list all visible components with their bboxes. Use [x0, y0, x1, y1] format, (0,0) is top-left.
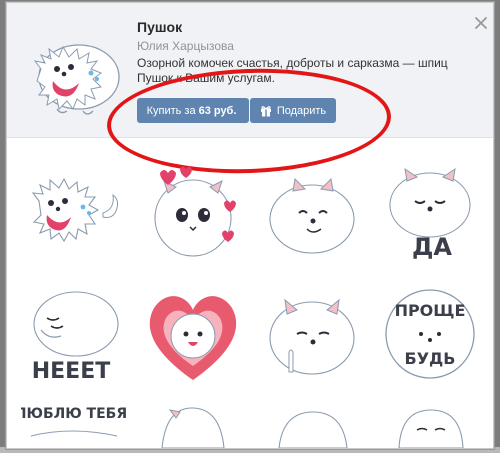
- sticker-love-you[interactable]: ЛЮБЛЮ ТЕБЯ: [15, 396, 127, 448]
- caption-love: ЛЮБЛЮ ТЕБЯ: [21, 406, 127, 422]
- sticker-smug-dog[interactable]: [259, 163, 365, 263]
- pack-description: Озорной комочек счастья, доброты и сарка…: [137, 56, 448, 85]
- pack-author[interactable]: Юлия Харцызова: [137, 39, 234, 53]
- sticker-running-dog[interactable]: [21, 163, 127, 263]
- gift-button[interactable]: Подарить: [250, 98, 336, 123]
- sticker-hearts-dog[interactable]: [140, 163, 246, 263]
- caption-simpler: ПРОЩЕ: [395, 301, 466, 320]
- pack-preview-sticker: [33, 44, 120, 115]
- pack-header: Пушок Юлия Харцызова Озорной комочек сча…: [7, 3, 493, 178]
- sticker-dog-partial-1[interactable]: [140, 396, 246, 449]
- sticker-simpler-dog[interactable]: ПРОЩЕ БУДЬ: [377, 284, 483, 384]
- pack-title: Пушок: [137, 19, 183, 35]
- sticker-middle-finger-dog[interactable]: [259, 284, 365, 384]
- sticker-grid: ДА НЕЕЕТ ПРОЩЕ БУДЬ ЛЮБЛЮ ТЕБЯ: [7, 138, 493, 449]
- caption-be: БУДЬ: [405, 349, 456, 368]
- sticker-heart-dog[interactable]: [140, 284, 246, 384]
- buy-button-label: Купить за: [146, 104, 196, 117]
- caption-yes: ДА: [412, 233, 452, 261]
- buy-button-price: 63 руб.: [198, 104, 237, 117]
- gift-button-label: Подарить: [276, 104, 327, 117]
- close-icon[interactable]: [474, 16, 488, 30]
- gift-icon: [260, 105, 271, 116]
- sticker-dog-partial-2[interactable]: [259, 396, 365, 449]
- sticker-no-dog[interactable]: НЕЕЕТ: [21, 284, 127, 384]
- sticker-yes-dog[interactable]: ДА: [377, 163, 483, 263]
- sticker-pack-modal: Пушок Юлия Харцызова Озорной комочек сча…: [6, 2, 494, 449]
- buy-button[interactable]: Купить за 63 руб.: [137, 98, 249, 123]
- caption-no: НЕЕЕТ: [32, 359, 111, 384]
- sticker-dog-partial-3[interactable]: [377, 396, 483, 449]
